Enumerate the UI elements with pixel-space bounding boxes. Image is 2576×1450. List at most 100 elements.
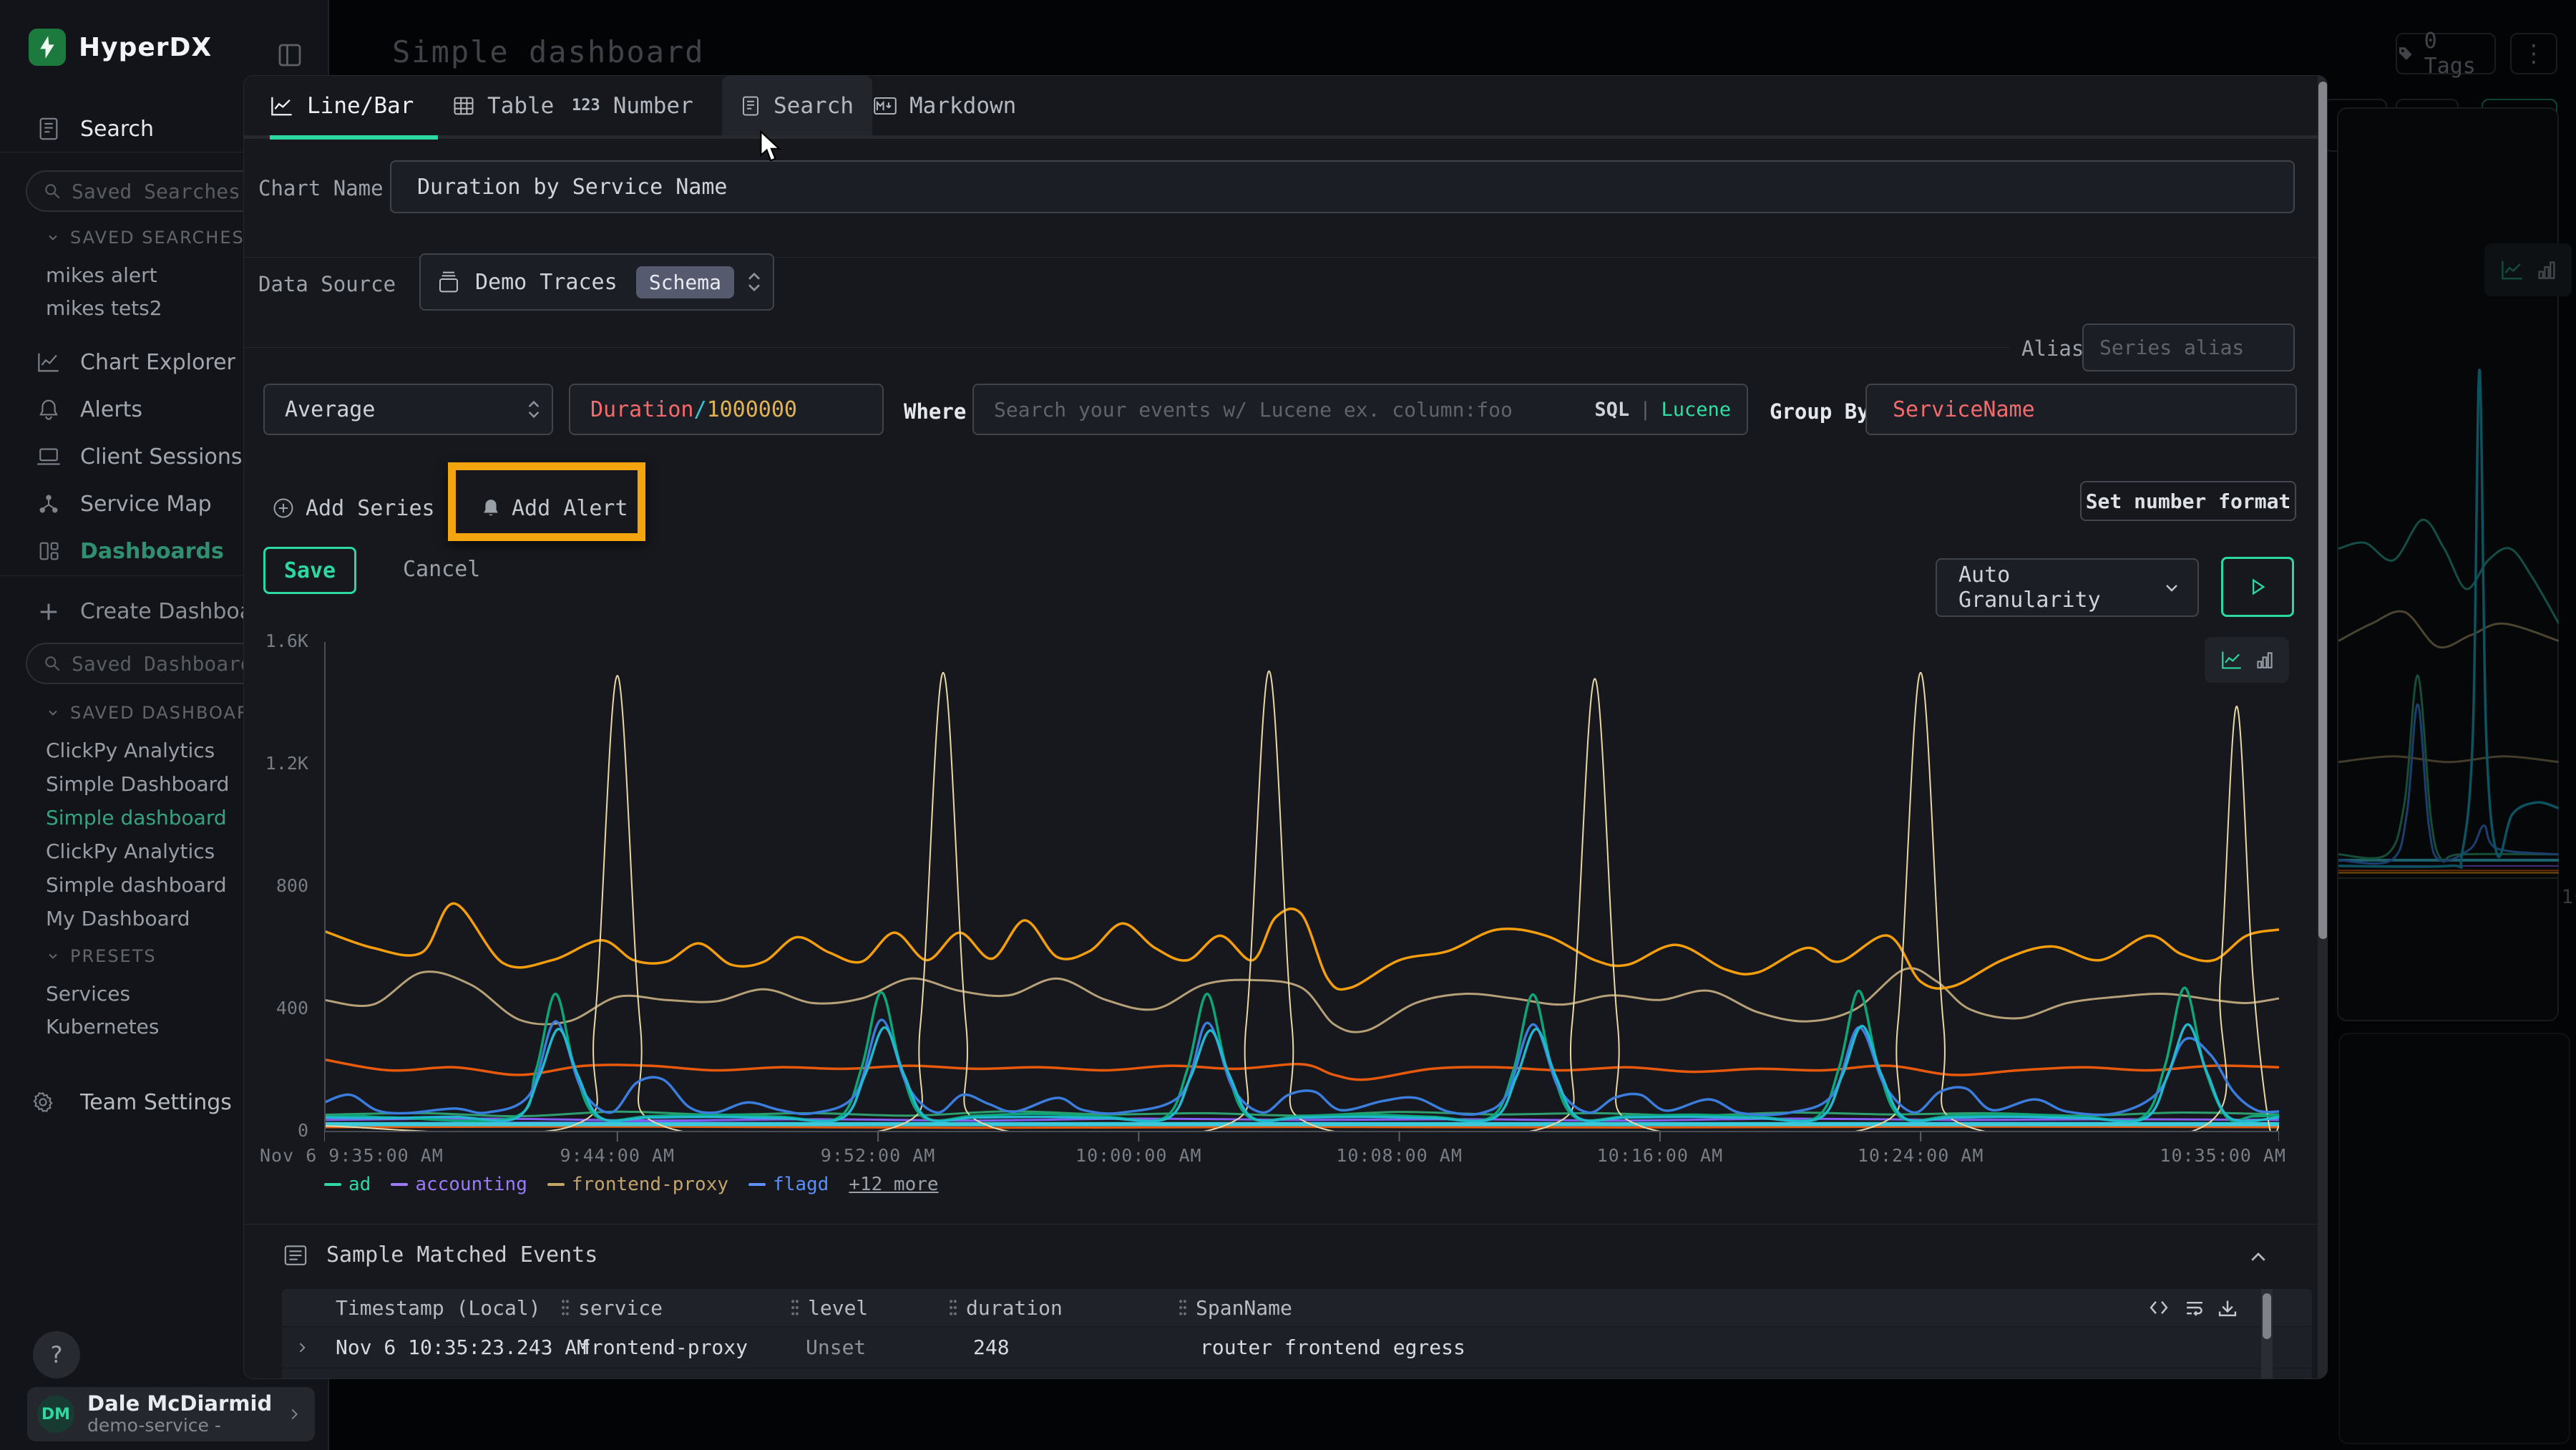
list-icon [283, 1243, 308, 1267]
group-by-input[interactable]: ServiceName [1865, 384, 2297, 435]
search-doc-icon [34, 117, 63, 141]
x-tick-label: 9:44:00 AM [560, 1145, 675, 1166]
data-source-label: Data Source [258, 272, 396, 296]
cancel-button[interactable]: Cancel [403, 557, 480, 582]
modal-scrollbar-thumb[interactable] [2318, 82, 2328, 939]
markdown-icon [874, 96, 897, 116]
background-chart-axis [2338, 877, 2557, 879]
save-button[interactable]: Save [263, 547, 356, 594]
tab-table[interactable]: Table [453, 76, 554, 135]
code-view-icon[interactable] [2148, 1289, 2170, 1326]
y-tick-label: 800 [276, 875, 308, 896]
page-title[interactable]: Simple dashboard [392, 34, 705, 69]
x-tick-label: 10:08:00 AM [1336, 1145, 1463, 1166]
presets-section[interactable]: PRESETS [46, 946, 157, 966]
granularity-select[interactable]: Auto Granularity [1936, 558, 2199, 617]
sidebar-collapse-icon[interactable] [275, 40, 305, 70]
table-row[interactable]: Nov 6 10:35:23.243 AMfrontend-proxyUnset… [282, 1368, 2312, 1379]
cell-span-name: router frontend egress [1200, 1368, 1465, 1379]
drag-handle-icon [1179, 1298, 1187, 1317]
duration-chart[interactable] [324, 642, 2279, 1143]
laptop-icon [34, 447, 63, 467]
cell-duration: 248 [973, 1368, 1010, 1379]
service-map-icon [34, 493, 63, 515]
x-tick-label: Nov 6 9:35:00 AM [260, 1145, 444, 1166]
saved-dashboard-item[interactable]: Simple Dashboard [46, 768, 229, 799]
legend-item[interactable]: ad [324, 1174, 371, 1195]
tab-markdown[interactable]: Markdown [874, 76, 1016, 135]
run-chart-button[interactable] [2221, 557, 2294, 617]
chart-legend: ad accounting frontend-proxy flagd +12 more [324, 1174, 939, 1195]
tags-button[interactable]: 0 Tags [2396, 33, 2496, 74]
cell-level: Unset [806, 1327, 866, 1368]
wrap-text-icon[interactable] [2184, 1289, 2205, 1326]
x-tick-label: 10:16:00 AM [1597, 1145, 1724, 1166]
data-source-select[interactable]: Demo Traces Schema [419, 253, 774, 311]
lucene-toggle[interactable]: Lucene [1661, 399, 1731, 421]
background-chart-type-toggle[interactable] [2484, 243, 2572, 296]
annotation-highlight-box [448, 462, 645, 541]
chart-name-input[interactable]: Duration by Service Name [390, 160, 2295, 213]
saved-dashboard-item[interactable]: Simple dashboard [46, 869, 227, 900]
chevron-down-icon [46, 949, 60, 963]
edit-chart-modal: Line/Bar Table 123 Number Search Markdow… [243, 75, 2328, 1379]
saved-dashboard-item[interactable]: My Dashboard [46, 902, 190, 934]
divider [244, 347, 2010, 348]
saved-dashboards-section[interactable]: SAVED DASHBOARDS [46, 703, 277, 723]
legend-item[interactable]: accounting [391, 1174, 527, 1195]
tab-number[interactable]: 123 Number [572, 76, 693, 135]
saved-search-item[interactable]: mikes tets2 [46, 292, 162, 323]
tab-search[interactable]: Search [722, 76, 872, 135]
legend-more-link[interactable]: +12 more [849, 1174, 938, 1195]
preset-item[interactable]: Services [46, 978, 130, 1009]
chart-name-label: Chart Name [258, 176, 384, 200]
tab-line-bar[interactable]: Line/Bar [270, 76, 414, 135]
x-tick-label: 10:24:00 AM [1858, 1145, 1984, 1166]
y-tick-label: 0 [298, 1120, 308, 1141]
collapse-sample-events-button[interactable] [2248, 1247, 2269, 1268]
saved-search-item[interactable]: mikes alert [46, 259, 157, 291]
field-expression-input[interactable]: Duration/1000000 [569, 384, 884, 435]
expand-row-icon[interactable] [295, 1368, 309, 1379]
table-icon [453, 95, 474, 117]
download-icon[interactable] [2217, 1289, 2238, 1326]
table-row[interactable]: Nov 6 10:35:23.243 AMfrontend-proxyUnset… [282, 1326, 2312, 1368]
where-search-input[interactable]: Search your events w/ Lucene ex. column:… [972, 384, 1748, 435]
tag-icon [2397, 44, 2414, 63]
background-mini-chart [2338, 301, 2559, 877]
column-header[interactable]: Timestamp (Local) [336, 1289, 541, 1326]
help-button[interactable]: ? [33, 1331, 80, 1378]
saved-dashboard-item-active[interactable]: Simple dashboard [46, 802, 227, 833]
column-header[interactable]: level [791, 1289, 868, 1326]
legend-item[interactable]: frontend-proxy [547, 1174, 728, 1195]
saved-dashboard-item[interactable]: ClickPy Analytics [46, 835, 215, 867]
aggregation-select[interactable]: Average [263, 384, 553, 435]
saved-dashboards-input[interactable]: Saved Dashboards [26, 643, 278, 684]
add-series-button[interactable]: Add Series [273, 485, 435, 531]
column-header[interactable]: SpanName [1179, 1289, 1292, 1326]
gear-icon [29, 1091, 57, 1114]
dashboards-icon [34, 540, 63, 562]
saved-searches-section[interactable]: SAVED SEARCHES [46, 228, 245, 248]
x-tick-label: 10:00:00 AM [1075, 1145, 1202, 1166]
preset-item[interactable]: Kubernetes [46, 1011, 160, 1042]
chart-type-tabbar: Line/Bar Table 123 Number Search Markdow… [244, 76, 2328, 139]
bell-icon [34, 398, 63, 421]
background-panel-2 [2338, 1033, 2570, 1444]
database-icon [438, 271, 459, 293]
kebab-menu-button[interactable]: ⋮ [2510, 33, 2557, 74]
saved-searches-input[interactable]: Saved Searches [26, 170, 278, 212]
y-tick-label: 1.6K [265, 631, 308, 651]
series-alias-input[interactable]: Series alias [2082, 323, 2295, 371]
saved-dashboard-item[interactable]: ClickPy Analytics [46, 734, 215, 766]
expand-row-icon[interactable] [295, 1327, 309, 1368]
column-header[interactable]: service [561, 1289, 663, 1326]
sql-toggle[interactable]: SQL [1594, 399, 1629, 421]
table-scrollbar-thumb[interactable] [2263, 1293, 2271, 1339]
user-menu[interactable]: DM Dale McDiarmid demo-service - [27, 1387, 315, 1441]
column-header[interactable]: duration [949, 1289, 1063, 1326]
hyperdx-logo-icon [29, 29, 66, 66]
set-number-format-button[interactable]: Set number format [2080, 481, 2296, 521]
legend-item[interactable]: flagd [748, 1174, 829, 1195]
schema-badge[interactable]: Schema [636, 266, 734, 298]
